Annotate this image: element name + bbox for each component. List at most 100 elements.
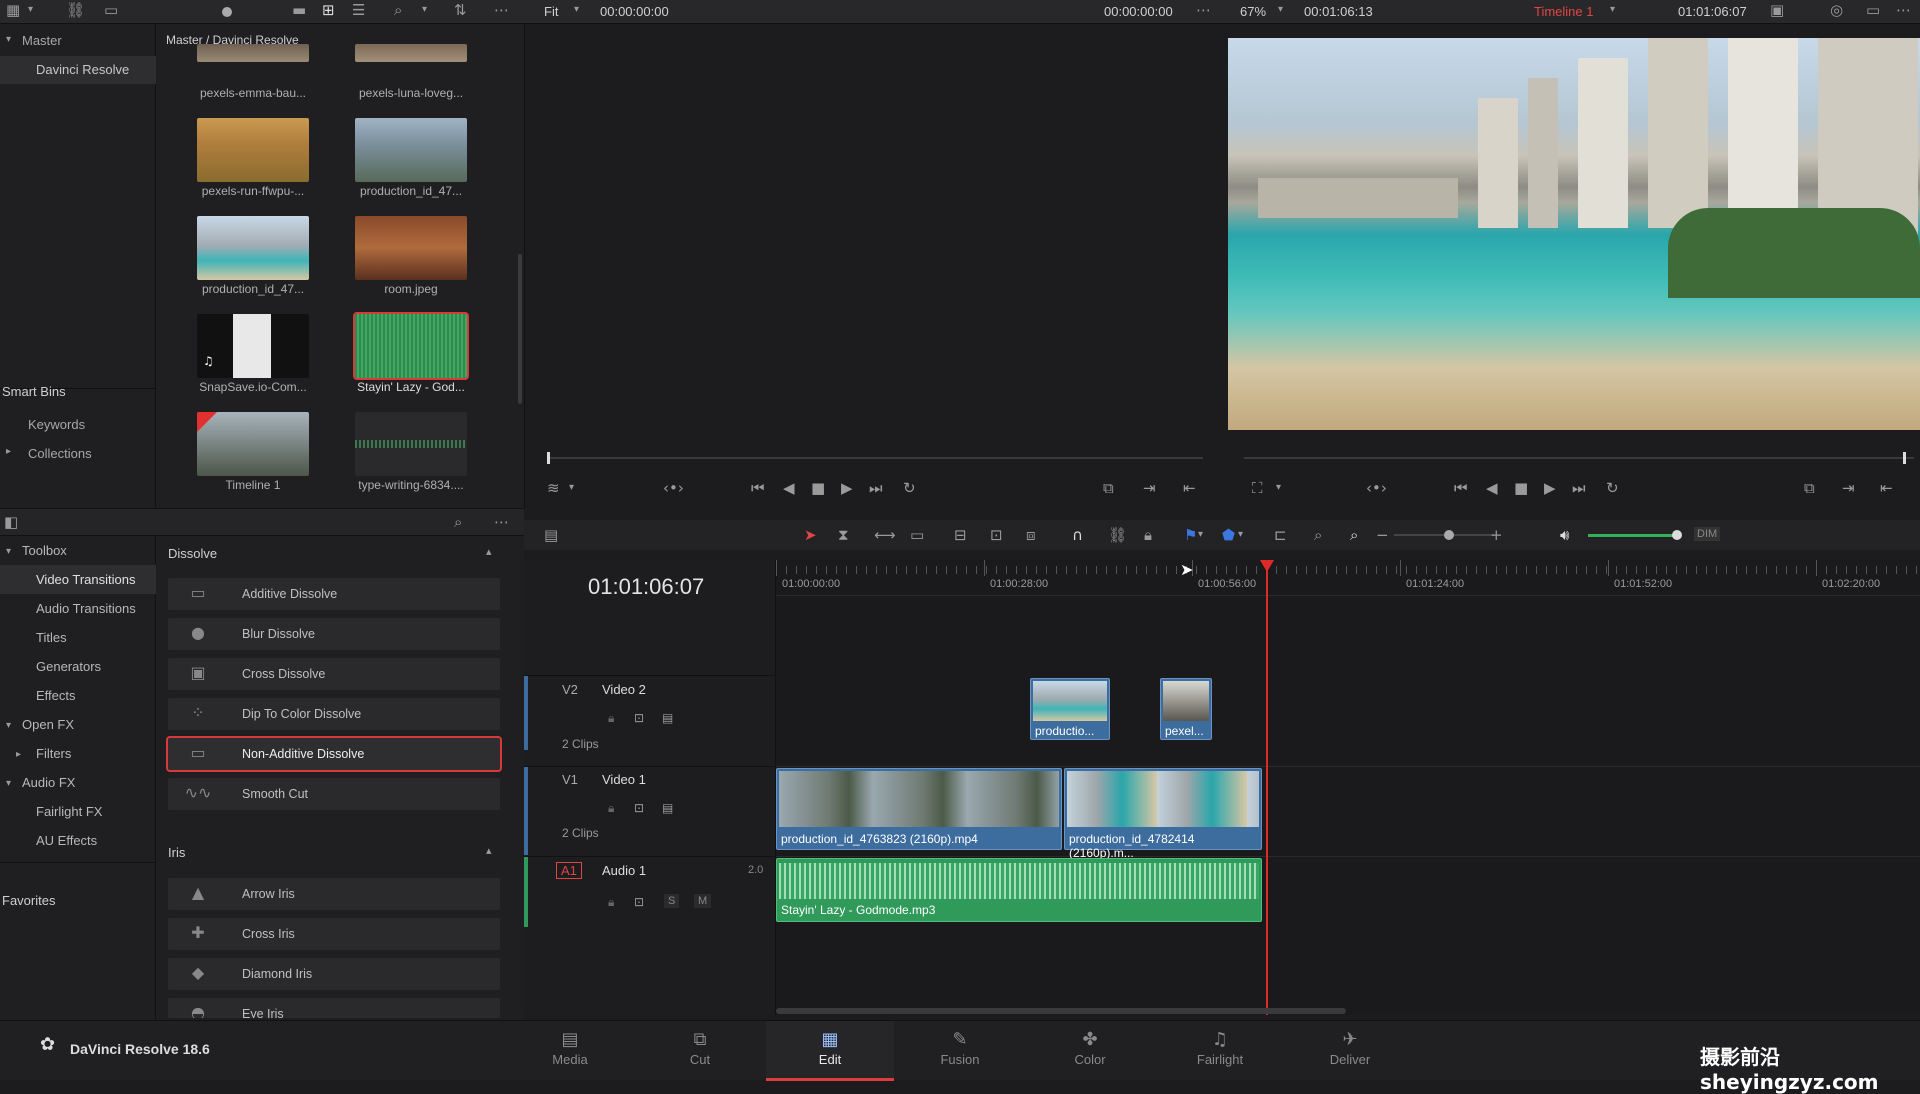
film-icon[interactable]: ▤ xyxy=(662,800,673,816)
media-thumb[interactable] xyxy=(197,216,309,280)
more-options-icon[interactable]: ⋯ xyxy=(1196,2,1211,18)
chevron-down-icon[interactable]: ▾ xyxy=(1278,2,1283,18)
source-playhead[interactable] xyxy=(547,452,550,464)
marker-icon[interactable]: ⬟ xyxy=(1222,527,1235,543)
timeline-clip-v1[interactable]: production_id_4782414 (2160p).m... xyxy=(1064,768,1262,860)
chevron-down-icon[interactable]: ▾ xyxy=(6,34,11,45)
timeline-scrollbar[interactable] xyxy=(776,1008,1346,1014)
bin-davinci-resolve[interactable]: Davinci Resolve xyxy=(0,56,156,84)
link-icon[interactable]: ⛓ xyxy=(66,2,85,18)
favorites-header[interactable]: Favorites xyxy=(2,893,55,908)
more-options-icon[interactable]: ⋯ xyxy=(494,2,509,18)
play-icon[interactable]: ▶ xyxy=(841,480,853,496)
source-scrubber[interactable] xyxy=(547,457,1203,459)
film-icon[interactable]: ▤ xyxy=(662,710,673,726)
page-tab-edit[interactable]: ▦ Edit xyxy=(766,1021,894,1081)
page-tab-deliver[interactable]: ✈ Deliver xyxy=(1286,1021,1414,1081)
cat-au-effects[interactable]: AU Effects xyxy=(0,826,156,855)
panel-toggle-icon[interactable]: ▦ xyxy=(6,2,20,18)
page-tab-cut[interactable]: ⧉ Cut xyxy=(636,1021,764,1081)
track-name[interactable]: Audio 1 xyxy=(602,863,646,878)
program-scrubber[interactable] xyxy=(1244,457,1914,459)
cinema-view-icon[interactable]: ▭ xyxy=(1866,2,1880,18)
auto-select-icon[interactable]: ⊡ xyxy=(634,800,644,816)
chevron-down-icon[interactable]: ▾ xyxy=(1276,480,1281,496)
timeline-name-select[interactable]: Timeline 1 xyxy=(1534,4,1593,19)
zoom-out-icon[interactable]: − xyxy=(1376,527,1389,543)
transition-smooth-cut[interactable]: ∿∿ Smooth Cut xyxy=(168,778,500,810)
loop-icon[interactable]: ↻ xyxy=(1606,480,1619,496)
smart-bin-collections[interactable]: Collections xyxy=(28,446,92,461)
master-bin[interactable]: Master xyxy=(22,33,62,48)
chevron-down-icon[interactable]: ▾ xyxy=(1238,527,1243,543)
auto-select-icon[interactable]: ⊡ xyxy=(634,894,644,910)
scrollbar[interactable] xyxy=(518,254,522,404)
transition-arrow-iris[interactable]: ▲ Arrow Iris xyxy=(168,878,500,910)
timeline-clip-a1[interactable]: Stayin' Lazy - Godmode.mp3 xyxy=(776,858,1262,922)
mute-button[interactable]: M xyxy=(694,894,712,908)
cat-open-fx[interactable]: Open FX xyxy=(0,710,156,739)
page-tab-media[interactable]: ▤ Media xyxy=(506,1021,634,1081)
more-options-icon[interactable]: ⋯ xyxy=(494,514,509,530)
chevron-down-icon[interactable]: ▾ xyxy=(1610,2,1615,18)
solo-button[interactable]: S xyxy=(664,894,680,908)
timeline-clip-v1[interactable]: production_id_4763823 (2160p).mp4 xyxy=(776,768,1062,850)
chevron-right-icon[interactable]: ▸ xyxy=(6,446,11,457)
detail-zoom-icon[interactable]: ⌕ xyxy=(1314,527,1322,543)
go-to-end-icon[interactable]: ⏭ xyxy=(869,480,883,496)
media-thumb[interactable] xyxy=(355,216,467,280)
viewer-overlay-icon[interactable]: ⛶ xyxy=(1252,480,1263,496)
selection-tool-icon[interactable]: ➤ xyxy=(804,527,817,543)
smart-bin-keywords[interactable]: Keywords xyxy=(28,417,85,432)
cat-filters[interactable]: Filters xyxy=(0,739,156,768)
chevron-up-icon[interactable]: ▴ xyxy=(486,544,492,560)
sort-icon[interactable]: ⇅ xyxy=(454,2,467,18)
timeline-ruler[interactable]: 01:00:00:00 01:00:28:00 01:00:56:00 01:0… xyxy=(776,560,1920,596)
jog-control-icon[interactable]: ‹•› xyxy=(663,480,684,496)
cat-titles[interactable]: Titles xyxy=(0,623,156,652)
track-name[interactable]: Video 1 xyxy=(602,772,646,787)
play-icon[interactable]: ▶ xyxy=(1544,480,1556,496)
strip-view-icon[interactable]: ▬ xyxy=(292,2,306,18)
trim-tool-icon[interactable]: ⧗ xyxy=(838,527,849,543)
timeline-clip-v2[interactable]: productio... xyxy=(1030,678,1110,740)
page-tab-fusion[interactable]: ✎ Fusion xyxy=(896,1021,1024,1081)
transition-diamond-iris[interactable]: ◆ Diamond Iris xyxy=(168,958,500,990)
cat-fairlight-fx[interactable]: Fairlight FX xyxy=(0,797,156,826)
audio-waveform-icon[interactable]: ≋ xyxy=(547,480,560,496)
cat-video-transitions[interactable]: Video Transitions xyxy=(0,565,156,594)
blade-tool-icon[interactable]: ▭ xyxy=(910,527,924,543)
mark-out-icon[interactable]: ⇥ xyxy=(1842,480,1855,496)
loop-icon[interactable]: ↻ xyxy=(903,480,916,496)
search-icon[interactable]: ⌕ xyxy=(394,2,402,18)
more-options-icon[interactable]: ⋯ xyxy=(1896,2,1911,18)
dim-button[interactable]: DIM xyxy=(1694,527,1721,541)
cat-generators[interactable]: Generators xyxy=(0,652,156,681)
grid-view-icon[interactable]: ⊞ xyxy=(322,2,335,18)
playhead-handle[interactable] xyxy=(1260,560,1274,572)
replace-clip-icon[interactable]: ⧈ xyxy=(1026,527,1036,543)
mark-out-icon[interactable]: ⇥ xyxy=(1143,480,1156,496)
chevron-down-icon[interactable]: ▾ xyxy=(422,2,427,18)
media-thumb[interactable]: ♫ xyxy=(197,314,309,378)
transition-dip-to-color[interactable]: ⁘ Dip To Color Dissolve xyxy=(168,698,500,730)
timeline-playhead[interactable] xyxy=(1266,560,1268,1015)
media-thumb[interactable] xyxy=(197,412,309,476)
jog-control-icon[interactable]: ‹•› xyxy=(1366,480,1387,496)
metadata-icon[interactable]: ▭ xyxy=(104,2,118,18)
transition-non-additive-dissolve[interactable]: ▭ Non-Additive Dissolve xyxy=(166,736,502,772)
go-to-start-icon[interactable]: ⏮ xyxy=(1454,480,1468,496)
position-lock-icon[interactable]: 🔒︎ xyxy=(1144,527,1152,543)
transition-eye-iris[interactable]: ◓ Eye Iris xyxy=(168,998,500,1018)
zoom-slider-knob[interactable] xyxy=(1444,530,1454,540)
transition-additive-dissolve[interactable]: ▭ Additive Dissolve xyxy=(168,578,500,610)
chevron-down-icon[interactable]: ▾ xyxy=(569,480,574,496)
reverse-play-icon[interactable]: ◀ xyxy=(1486,480,1498,496)
mark-in-icon[interactable]: ⇤ xyxy=(1880,480,1893,496)
chevron-up-icon[interactable]: ▴ xyxy=(486,843,492,859)
zoom-in-icon[interactable]: + xyxy=(1490,527,1503,543)
transition-cross-dissolve[interactable]: ▣ Cross Dissolve xyxy=(168,658,500,690)
volume-icon[interactable]: 🔊︎ xyxy=(1560,527,1569,543)
media-thumb[interactable] xyxy=(197,118,309,182)
sidebar-toggle-icon[interactable]: ◧ xyxy=(4,514,18,530)
